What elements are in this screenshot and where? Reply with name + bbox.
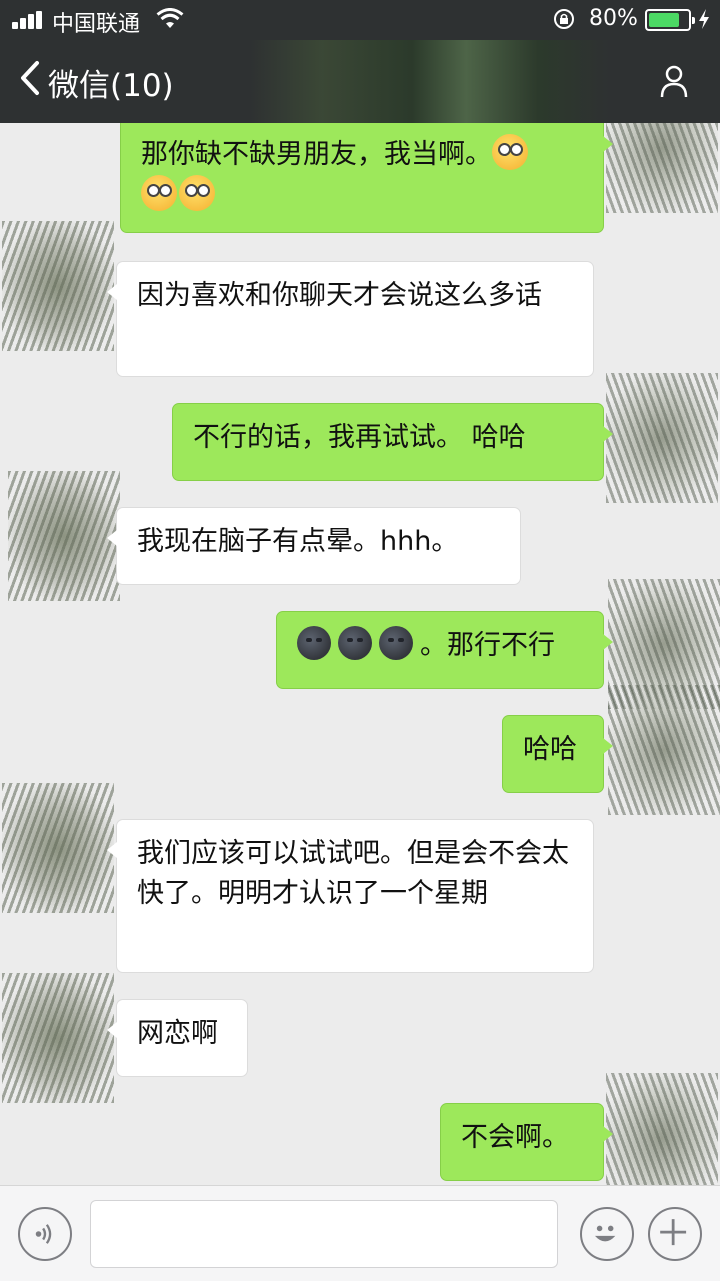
signal-icon <box>12 11 48 29</box>
message-bubble-outgoing[interactable]: 。那行不行 <box>276 611 613 689</box>
chat-area[interactable]: 那你缺不缺男朋友，我当啊。 因为喜欢和你聊天才会说这么多话 不行的话，我再试试。… <box>0 123 720 1185</box>
message-text: 。那行不行 <box>420 630 555 661</box>
message-text: 因为喜欢和你聊天才会说这么多话 <box>137 280 542 311</box>
peek-emoji <box>179 175 215 211</box>
message-bubble-incoming[interactable]: 我们应该可以试试吧。但是会不会太快了。明明才认识了一个星期 <box>107 819 594 973</box>
person-icon[interactable] <box>660 64 688 98</box>
back-button[interactable]: 微信(10) <box>48 60 174 105</box>
carrier-name: 中国联通 <box>52 12 141 37</box>
message-bubble-outgoing[interactable]: 哈哈 <box>502 715 613 793</box>
emoji-icon <box>594 1225 616 1242</box>
message-bubble-outgoing[interactable]: 那你缺不缺男朋友，我当啊。 <box>120 123 613 233</box>
message-text: 我们应该可以试试吧。但是会不会太快了。明明才认识了一个星期 <box>137 838 569 909</box>
message-bubble-incoming[interactable]: 网恋啊 <box>107 999 248 1077</box>
new-moon-face-emoji <box>379 626 413 660</box>
voice-icon <box>35 1224 52 1244</box>
peek-emoji <box>141 175 177 211</box>
new-moon-face-emoji <box>297 626 331 660</box>
message-text: 网恋啊 <box>137 1018 218 1049</box>
avatar[interactable] <box>8 471 120 601</box>
battery-percent: 80% <box>589 6 638 31</box>
avatar[interactable] <box>606 123 718 213</box>
avatar[interactable] <box>2 221 114 351</box>
avatar[interactable] <box>606 1073 718 1185</box>
charging-bolt-icon <box>699 9 709 29</box>
message-text: 我现在脑子有点晕。hhh。 <box>137 526 459 557</box>
message-input[interactable] <box>90 1200 558 1268</box>
top-bar: 中国联通 80% 微信(10) <box>0 0 720 123</box>
nav-bar: 微信(10) <box>0 40 720 123</box>
battery-icon <box>645 9 695 31</box>
message-text: 那你缺不缺男朋友，我当啊。 <box>141 139 492 170</box>
rotation-lock-icon <box>554 9 574 29</box>
voice-button[interactable] <box>18 1207 72 1261</box>
message-text: 不会啊。 <box>461 1122 569 1153</box>
message-bubble-outgoing[interactable]: 不会啊。 <box>440 1103 613 1181</box>
battery-fill <box>649 13 679 27</box>
message-text: 哈哈 <box>523 734 577 765</box>
avatar[interactable] <box>608 685 720 815</box>
avatar[interactable] <box>606 373 718 503</box>
redacted-contact-name <box>250 40 610 123</box>
input-bar <box>0 1185 720 1281</box>
plus-icon <box>660 1219 687 1246</box>
wifi-icon <box>156 8 184 28</box>
message-bubble-incoming[interactable]: 我现在脑子有点晕。hhh。 <box>107 507 521 585</box>
plus-button[interactable] <box>648 1207 702 1261</box>
avatar[interactable] <box>2 973 114 1103</box>
status-bar: 中国联通 80% <box>0 0 720 40</box>
new-moon-face-emoji <box>338 626 372 660</box>
chevron-left-icon[interactable] <box>18 60 40 96</box>
message-bubble-incoming[interactable]: 因为喜欢和你聊天才会说这么多话 <box>107 261 594 377</box>
message-bubble-outgoing[interactable]: 不行的话，我再试试。 哈哈 <box>172 403 613 481</box>
message-text: 不行的话，我再试试。 哈哈 <box>193 422 526 453</box>
avatar[interactable] <box>2 783 114 913</box>
peek-emoji <box>492 134 528 170</box>
emoji-button[interactable] <box>580 1207 634 1261</box>
